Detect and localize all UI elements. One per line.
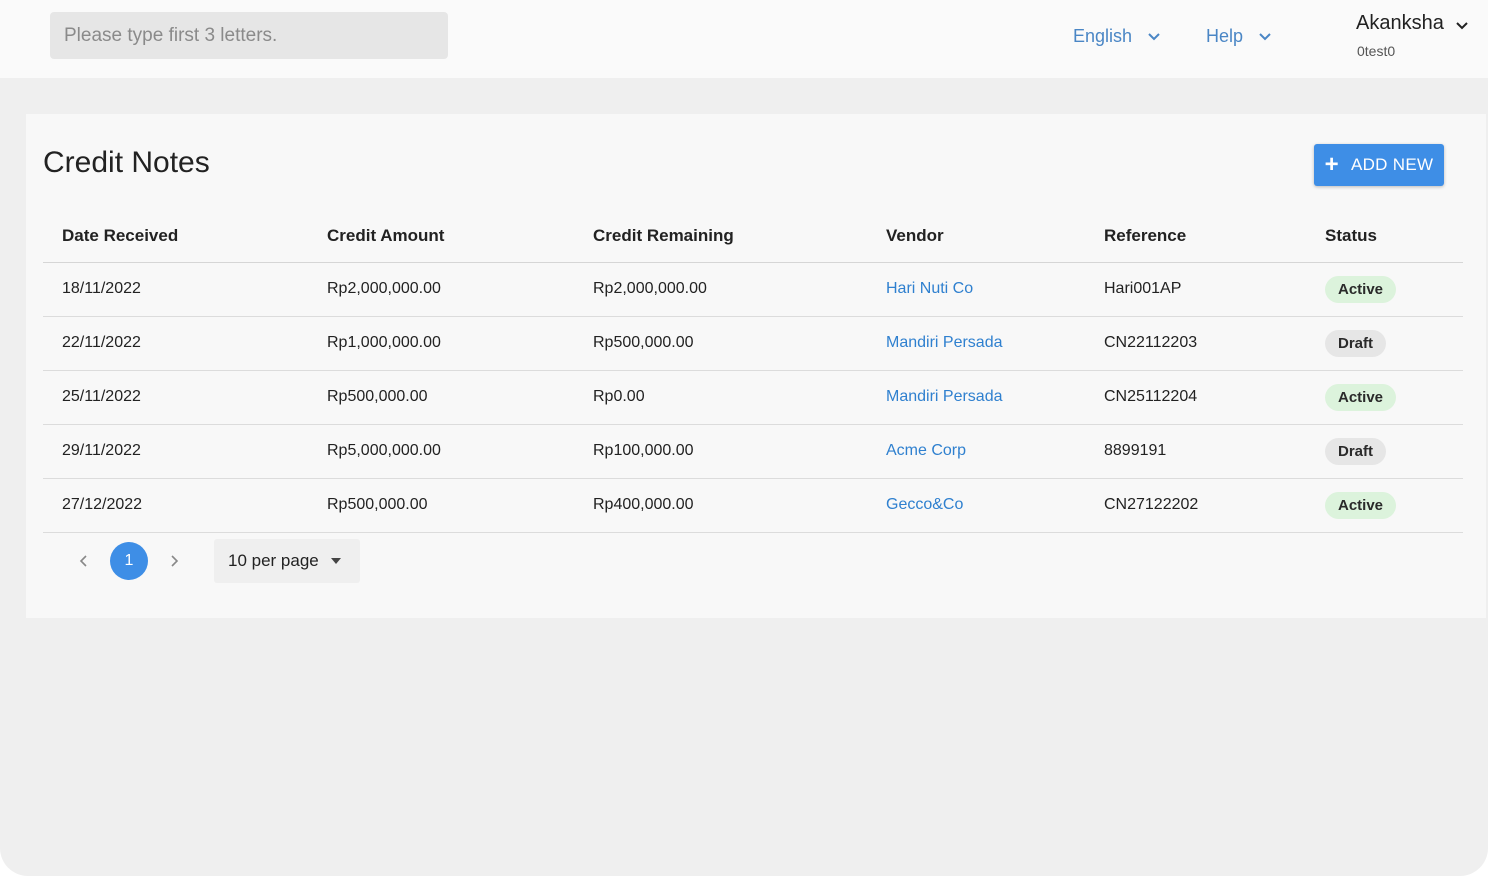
- reference-cell: CN25112204: [1085, 370, 1306, 425]
- page-number-button[interactable]: 1: [110, 542, 148, 580]
- vendor-link[interactable]: Gecco&Co: [886, 496, 963, 513]
- amount-cell: Rp2,000,000.00: [308, 262, 574, 317]
- chevron-down-icon: [1456, 22, 1468, 30]
- language-dropdown[interactable]: English: [1073, 24, 1162, 48]
- reference-cell: CN27122202: [1085, 478, 1306, 533]
- col-header-date-received[interactable]: Date Received: [43, 210, 308, 263]
- reference-cell: 8899191: [1085, 424, 1306, 479]
- per-page-label: 10 per page: [228, 551, 319, 570]
- page-title: Credit Notes: [43, 146, 210, 179]
- date-cell: 25/11/2022: [43, 370, 308, 425]
- credit-notes-table: Date Received Credit Amount Credit Remai…: [43, 210, 1463, 533]
- amount-cell: Rp1,000,000.00: [308, 316, 574, 371]
- vendor-cell: Mandiri Persada: [867, 316, 1085, 371]
- col-header-credit-remaining[interactable]: Credit Remaining: [574, 210, 867, 263]
- status-cell: Draft: [1306, 316, 1463, 371]
- top-bar: English Help Akanksha 0test0: [0, 0, 1488, 78]
- table-row[interactable]: 18/11/2022 Rp2,000,000.00 Rp2,000,000.00…: [43, 262, 1463, 317]
- status-badge: Active: [1325, 491, 1397, 519]
- status-badge: Active: [1325, 275, 1397, 303]
- status-badge: Draft: [1325, 437, 1387, 465]
- app-frame: English Help Akanksha 0test0 Credit Note…: [0, 0, 1488, 876]
- caret-down-icon: [330, 558, 341, 564]
- add-new-label: ADD NEW: [1350, 155, 1434, 174]
- vendor-link[interactable]: Hari Nuti Co: [886, 280, 973, 297]
- help-dropdown[interactable]: Help: [1206, 24, 1273, 48]
- pagination: 1 10 per page: [66, 539, 360, 583]
- status-cell: Active: [1306, 262, 1463, 317]
- next-page-button[interactable]: [156, 543, 192, 579]
- table-header-row: Date Received Credit Amount Credit Remai…: [43, 210, 1463, 263]
- col-header-reference[interactable]: Reference: [1085, 210, 1306, 263]
- status-badge: Active: [1325, 383, 1397, 411]
- vendor-cell: Mandiri Persada: [867, 370, 1085, 425]
- date-cell: 29/11/2022: [43, 424, 308, 479]
- reference-cell: Hari001AP: [1085, 262, 1306, 317]
- table-row[interactable]: 27/12/2022 Rp500,000.00 Rp400,000.00 Gec…: [43, 478, 1463, 533]
- status-cell: Active: [1306, 370, 1463, 425]
- plus-icon: +: [1324, 151, 1339, 178]
- user-org: 0test0: [1357, 43, 1396, 59]
- date-cell: 27/12/2022: [43, 478, 308, 533]
- date-cell: 18/11/2022: [43, 262, 308, 317]
- add-new-button[interactable]: + ADD NEW: [1314, 144, 1444, 186]
- search-input[interactable]: [64, 24, 434, 47]
- help-label: Help: [1206, 25, 1244, 46]
- reference-cell: CN22112203: [1085, 316, 1306, 371]
- table-row[interactable]: 22/11/2022 Rp1,000,000.00 Rp500,000.00 M…: [43, 316, 1463, 371]
- prev-page-button[interactable]: [66, 543, 102, 579]
- status-cell: Draft: [1306, 424, 1463, 479]
- per-page-select[interactable]: 10 per page: [214, 539, 360, 583]
- amount-cell: Rp500,000.00: [308, 478, 574, 533]
- vendor-link[interactable]: Mandiri Persada: [886, 388, 1003, 405]
- col-header-credit-amount[interactable]: Credit Amount: [308, 210, 574, 263]
- remaining-cell: Rp400,000.00: [574, 478, 867, 533]
- remaining-cell: Rp0.00: [574, 370, 867, 425]
- vendor-link[interactable]: Acme Corp: [886, 442, 966, 459]
- col-header-status[interactable]: Status: [1306, 210, 1463, 263]
- status-cell: Active: [1306, 478, 1463, 533]
- chevron-left-icon: [79, 555, 87, 567]
- chevron-down-icon: [1259, 33, 1271, 41]
- remaining-cell: Rp500,000.00: [574, 316, 867, 371]
- table-row[interactable]: 29/11/2022 Rp5,000,000.00 Rp100,000.00 A…: [43, 424, 1463, 479]
- vendor-cell: Gecco&Co: [867, 478, 1085, 533]
- remaining-cell: Rp100,000.00: [574, 424, 867, 479]
- vendor-link[interactable]: Mandiri Persada: [886, 334, 1003, 351]
- chevron-down-icon: [1148, 33, 1160, 41]
- chevron-right-icon: [171, 555, 179, 567]
- vendor-cell: Hari Nuti Co: [867, 262, 1085, 317]
- remaining-cell: Rp2,000,000.00: [574, 262, 867, 317]
- status-badge: Draft: [1325, 329, 1387, 357]
- col-header-vendor[interactable]: Vendor: [867, 210, 1085, 263]
- amount-cell: Rp5,000,000.00: [308, 424, 574, 479]
- user-menu[interactable]: Akanksha 0test0: [1356, 10, 1476, 64]
- language-label: English: [1073, 25, 1133, 46]
- user-name: Akanksha: [1356, 12, 1444, 34]
- search-box[interactable]: [50, 12, 448, 59]
- amount-cell: Rp500,000.00: [308, 370, 574, 425]
- date-cell: 22/11/2022: [43, 316, 308, 371]
- vendor-cell: Acme Corp: [867, 424, 1085, 479]
- credit-notes-card: Credit Notes + ADD NEW Date Received Cre…: [26, 114, 1486, 618]
- table-row[interactable]: 25/11/2022 Rp500,000.00 Rp0.00 Mandiri P…: [43, 370, 1463, 425]
